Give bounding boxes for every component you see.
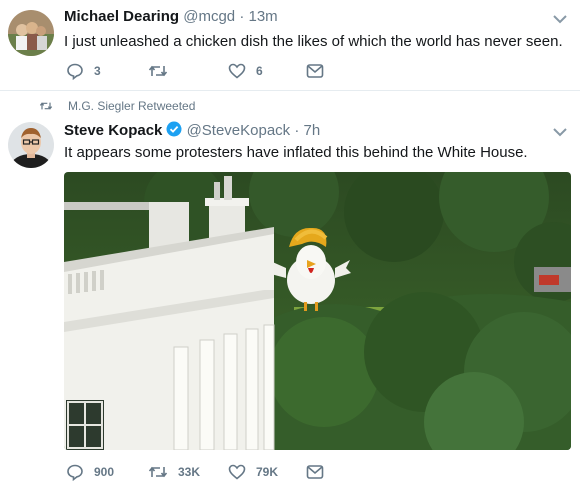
tweet-text: I just unleashed a chicken dish the like… xyxy=(64,33,563,50)
dm-button[interactable] xyxy=(306,61,324,81)
retweet-button[interactable] xyxy=(148,61,178,81)
dm-icon xyxy=(306,64,324,78)
reply-icon xyxy=(67,63,83,80)
retweeted-by[interactable]: M.G. Siegler Retweeted xyxy=(68,99,195,113)
reply-count: 900 xyxy=(94,465,115,479)
separator-dot: · xyxy=(239,8,245,25)
timestamp[interactable]: 13m xyxy=(248,8,277,25)
verified-icon xyxy=(166,121,182,137)
avatar-photo xyxy=(8,10,54,56)
reply-icon xyxy=(67,464,83,481)
author-handle[interactable]: @SteveKopack xyxy=(187,122,291,139)
tweet-1[interactable]: Michael Dearing @mcgd · 13m I just unlea… xyxy=(0,0,580,90)
chevron-down-icon[interactable] xyxy=(552,126,568,138)
white-house-chicken-photo xyxy=(64,172,571,450)
tweet-actions: 3 6 xyxy=(66,61,336,81)
like-button[interactable]: 79K xyxy=(228,462,278,482)
separator-dot: · xyxy=(294,122,300,139)
avatar[interactable] xyxy=(8,10,54,56)
reply-button[interactable]: 3 xyxy=(66,61,101,81)
chevron-down-icon[interactable] xyxy=(552,13,568,25)
like-icon xyxy=(228,63,246,79)
tweet-text: It appears some protesters have inflated… xyxy=(64,144,528,161)
tweet-divider xyxy=(0,90,580,91)
retweet-icon xyxy=(148,466,168,478)
reply-count: 3 xyxy=(94,64,101,78)
retweet-button[interactable]: 33K xyxy=(148,462,200,482)
author-handle[interactable]: @mcgd xyxy=(183,8,235,25)
reply-button[interactable]: 900 xyxy=(66,462,114,482)
tweet-actions: 900 33K 79K xyxy=(66,462,336,482)
dm-icon xyxy=(306,465,324,479)
like-button[interactable]: 6 xyxy=(228,61,263,81)
retweet-count: 33K xyxy=(178,465,201,479)
avatar[interactable] xyxy=(8,122,54,168)
retweet-icon xyxy=(148,65,168,77)
author-line: Steve Kopack @SteveKopack · 7h xyxy=(64,121,320,139)
like-count: 79K xyxy=(256,465,279,479)
like-count: 6 xyxy=(256,64,263,78)
dm-button[interactable] xyxy=(306,462,324,482)
timestamp[interactable]: 7h xyxy=(304,122,321,139)
retweet-context: M.G. Siegler Retweeted xyxy=(38,99,195,113)
like-icon xyxy=(228,464,246,480)
author-name[interactable]: Steve Kopack xyxy=(64,122,162,139)
author-line: Michael Dearing @mcgd · 13m xyxy=(64,8,278,25)
avatar-photo xyxy=(8,122,54,168)
author-name[interactable]: Michael Dearing xyxy=(64,8,179,25)
retweet-icon xyxy=(39,102,53,110)
tweet-media-photo[interactable] xyxy=(64,172,571,450)
